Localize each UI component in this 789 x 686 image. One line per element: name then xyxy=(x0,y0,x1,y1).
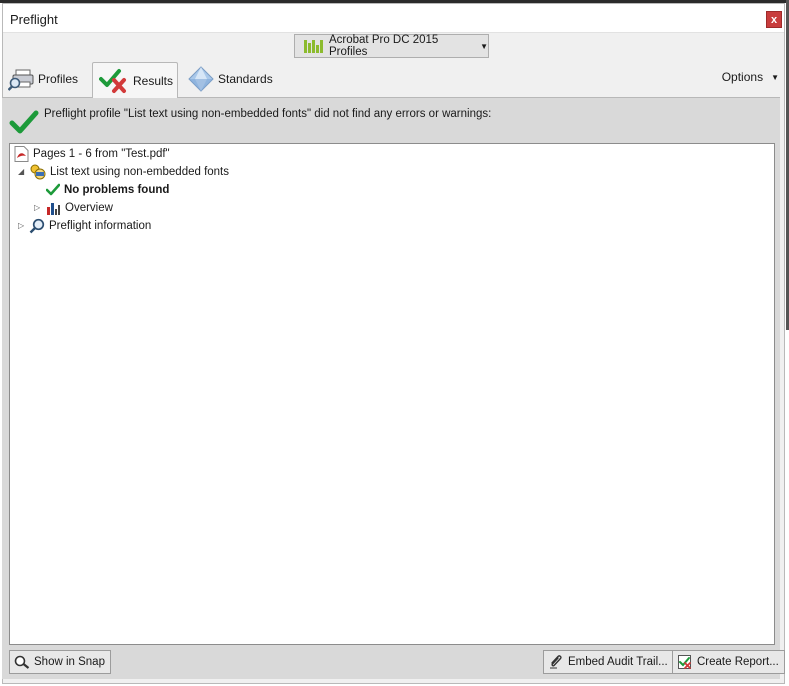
tree-node-profile-label: List text using non-embedded fonts xyxy=(50,166,230,178)
tree-node-pages-label: Pages 1 - 6 from "Test.pdf" xyxy=(33,148,170,160)
show-in-snap-button[interactable]: Show in Snap xyxy=(9,650,111,674)
tree-node-overview[interactable]: Overview xyxy=(46,199,113,217)
chevron-down-icon: ▼ xyxy=(771,72,779,82)
check-icon xyxy=(46,183,60,197)
profile-icon xyxy=(29,164,46,180)
expanded-arrow-icon[interactable]: ◢ xyxy=(18,167,24,176)
tab-results-label: Results xyxy=(133,73,174,88)
profiles-dropdown[interactable]: Acrobat Pro DC 2015 Profiles ▼ xyxy=(294,34,489,58)
create-report-label: Create Report... xyxy=(697,656,779,668)
embed-audit-trail-label: Embed Audit Trail... xyxy=(568,656,668,668)
check-icon xyxy=(9,110,39,139)
tree-node-pages[interactable]: Pages 1 - 6 from "Test.pdf" xyxy=(14,145,170,163)
tree-node-info-label: Preflight information xyxy=(49,220,152,232)
options-label: Options xyxy=(721,70,764,84)
tab-profiles[interactable]: Profiles xyxy=(8,66,78,92)
chevron-down-icon: ▼ xyxy=(480,41,488,51)
tree-node-status[interactable]: No problems found xyxy=(46,181,169,199)
embed-audit-trail-button[interactable]: Embed Audit Trail... xyxy=(543,650,674,674)
paperclip-icon xyxy=(548,654,564,670)
report-icon xyxy=(677,654,693,670)
magnifier-icon xyxy=(29,218,45,234)
tab-standards[interactable]: Standards xyxy=(188,66,273,92)
diamond-icon xyxy=(188,66,214,92)
tree-node-overview-label: Overview xyxy=(65,202,113,214)
tree-node-profile[interactable]: List text using non-embedded fonts xyxy=(29,163,229,181)
window-title: Preflight xyxy=(10,12,58,27)
overview-chart-icon xyxy=(46,201,61,216)
bar-chart-icon xyxy=(304,39,323,53)
close-button[interactable]: x xyxy=(766,11,782,28)
results-tree[interactable]: Pages 1 - 6 from "Test.pdf" ◢ List text … xyxy=(9,143,775,645)
profiles-dropdown-label: Acrobat Pro DC 2015 Profiles xyxy=(329,34,439,58)
tab-results[interactable]: Results xyxy=(92,62,178,98)
options-menu[interactable]: Options ▼ xyxy=(722,70,779,84)
collapsed-arrow-icon[interactable]: ▷ xyxy=(18,221,24,230)
magnifier-icon xyxy=(14,655,30,669)
create-report-button[interactable]: Create Report... xyxy=(672,650,785,674)
tree-node-status-label: No problems found xyxy=(64,184,170,196)
tab-standards-label: Standards xyxy=(218,72,273,86)
collapsed-arrow-icon[interactable]: ▷ xyxy=(34,203,40,212)
tree-node-info[interactable]: Preflight information xyxy=(29,217,151,235)
tab-profiles-label: Profiles xyxy=(38,72,79,86)
profiles-search-icon xyxy=(8,67,34,91)
title-bar: Preflight x xyxy=(3,4,784,33)
show-in-snap-label: Show in Snap xyxy=(34,656,105,668)
results-check-cross-icon xyxy=(99,68,129,94)
result-message: Preflight profile "List text using non-e… xyxy=(44,108,492,120)
pdf-file-icon xyxy=(14,146,29,162)
